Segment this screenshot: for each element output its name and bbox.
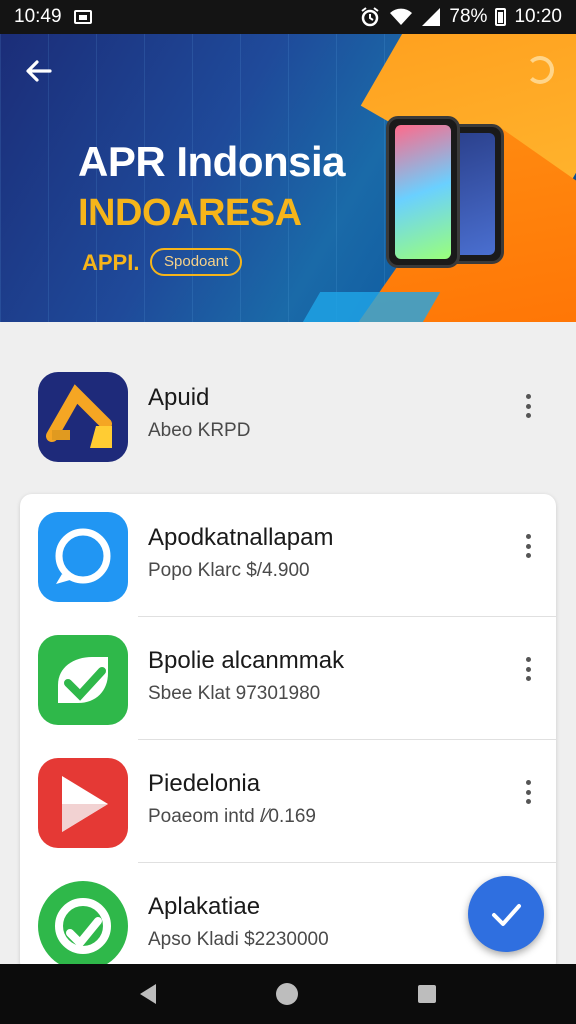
app-subtitle: Abeo KRPD bbox=[148, 420, 251, 441]
refresh-icon[interactable] bbox=[526, 56, 554, 84]
shield-check-app-icon bbox=[38, 635, 128, 725]
back-arrow-icon[interactable] bbox=[22, 54, 58, 90]
app-subtitle: Apso Kladi $2230000 bbox=[148, 929, 329, 950]
nav-back-icon[interactable] bbox=[140, 984, 156, 1004]
app-subtitle: Sbee Klat 97301980 bbox=[148, 683, 321, 704]
check-icon bbox=[492, 904, 521, 926]
phone-image bbox=[386, 116, 460, 268]
banner-api-label: APPI. bbox=[82, 250, 140, 275]
app-subtitle: Poaeom intd /⁄0.169 bbox=[148, 806, 316, 827]
alarm-icon bbox=[361, 7, 380, 27]
nav-recents-icon[interactable] bbox=[418, 985, 436, 1003]
battery-icon bbox=[495, 8, 507, 26]
sync-app-icon bbox=[38, 881, 128, 971]
app-name: Aplakatiae bbox=[148, 893, 261, 920]
featured-app-row[interactable]: Apuid Abeo KRPD bbox=[0, 354, 576, 476]
play-app-icon bbox=[38, 758, 128, 848]
battery-percent: 78% bbox=[449, 6, 488, 27]
more-vert-icon[interactable] bbox=[518, 776, 538, 808]
more-vert-icon[interactable] bbox=[518, 653, 538, 685]
banner-pill-button[interactable]: Spodoant bbox=[150, 248, 243, 276]
signal-icon bbox=[422, 8, 441, 26]
chat-app-icon bbox=[38, 512, 128, 602]
confirm-fab-button[interactable] bbox=[468, 876, 544, 952]
list-item[interactable]: Bpolie alcanmmak Sbee Klat 97301980 bbox=[20, 617, 556, 739]
more-vert-icon[interactable] bbox=[518, 390, 538, 422]
app-name: Bpolie alcanmmak bbox=[148, 647, 345, 674]
hero-banner: APR Indonsia INDOARESA APPI. Spodoant bbox=[0, 34, 576, 322]
crane-app-icon bbox=[38, 372, 128, 462]
app-name: Piedelonia bbox=[148, 770, 261, 797]
list-item[interactable]: Apodkatnallapam Popo Klarc $/4.900 bbox=[20, 494, 556, 616]
notification-icon bbox=[73, 10, 92, 24]
app-subtitle: Popo Klarc $/4.900 bbox=[148, 560, 310, 581]
list-item[interactable]: Piedelonia Poaeom intd /⁄0.169 bbox=[20, 740, 556, 862]
banner-title: APR Indonsia bbox=[78, 138, 346, 185]
nav-home-icon[interactable] bbox=[276, 983, 298, 1005]
banner-subtitle: INDOARESA bbox=[78, 192, 302, 234]
app-name: Apodkatnallapam bbox=[148, 524, 334, 551]
wifi-icon bbox=[390, 8, 413, 25]
status-time: 10:49 bbox=[14, 6, 62, 27]
status-bar: 10:49 78% 10:20 bbox=[0, 0, 576, 34]
status-time-right: 10:20 bbox=[514, 6, 562, 27]
more-vert-icon[interactable] bbox=[518, 530, 538, 562]
phones-illustration bbox=[380, 116, 510, 286]
app-name: Apuid bbox=[148, 384, 210, 411]
system-nav-bar bbox=[0, 964, 576, 1024]
